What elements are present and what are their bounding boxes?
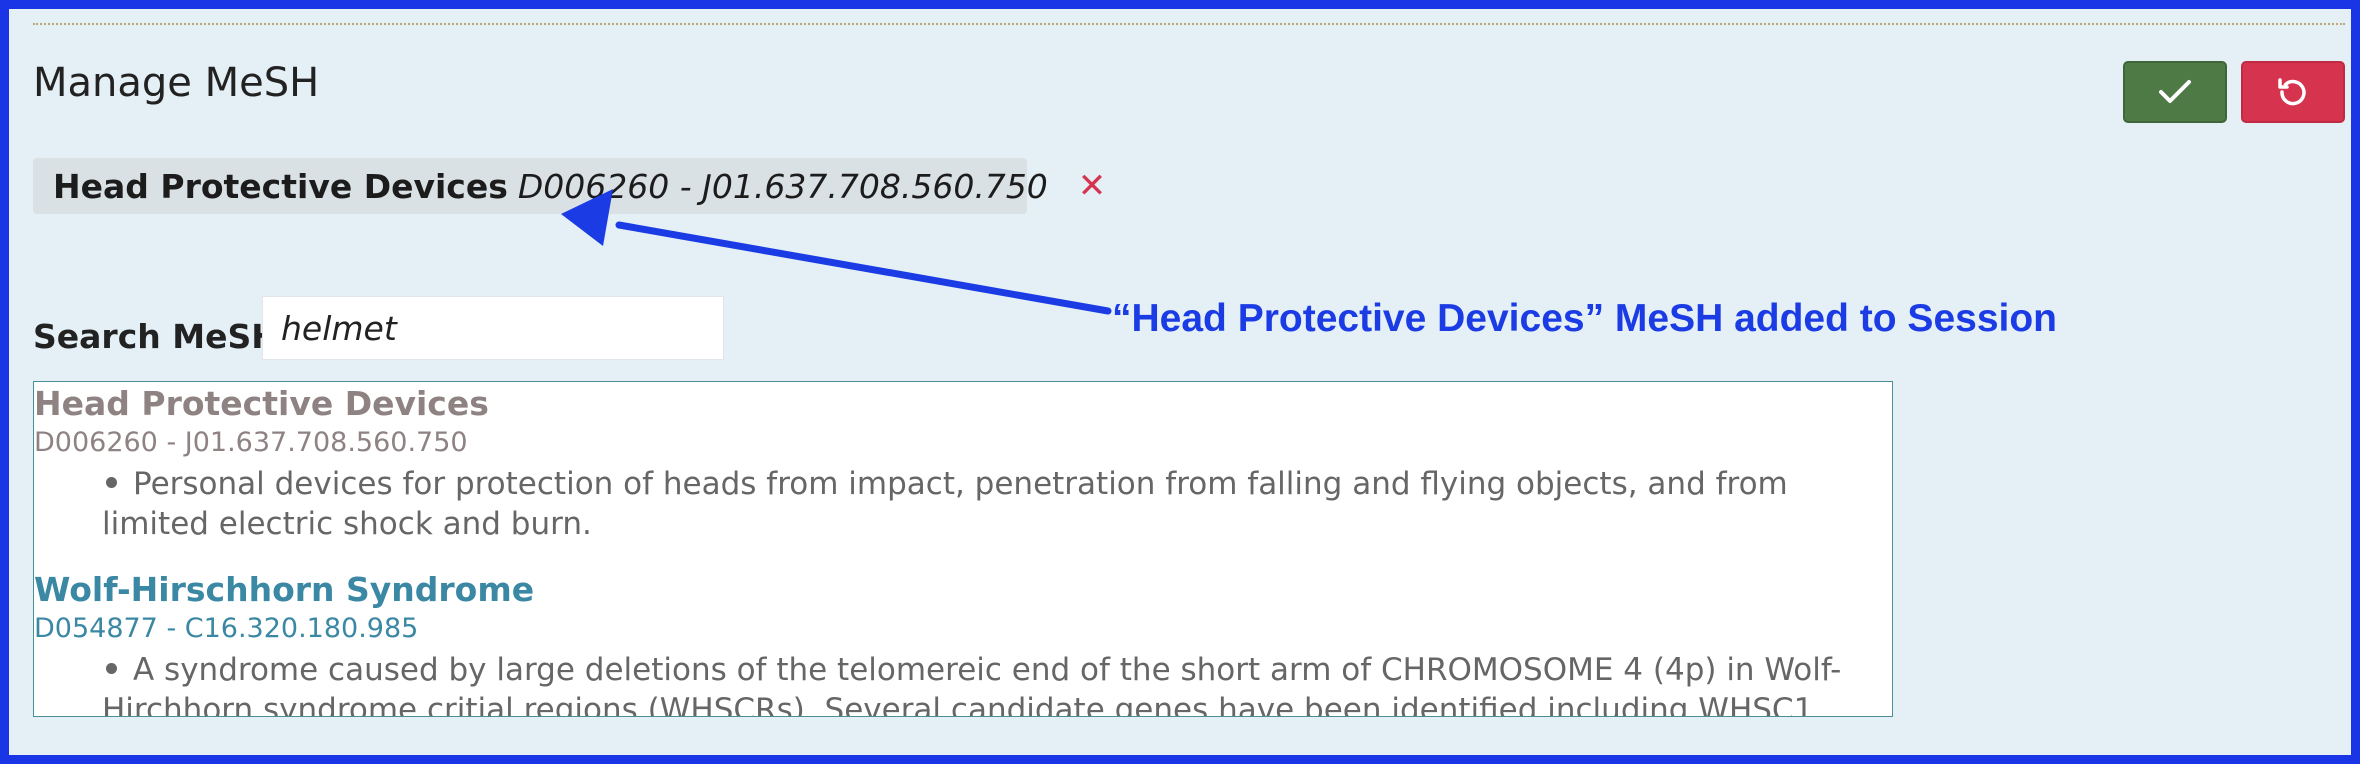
result-description: Personal devices for protection of heads…: [102, 466, 1788, 542]
result-title[interactable]: Wolf-Hirschhorn Syndrome: [34, 570, 1892, 609]
result-code: D054877 - C16.320.180.985: [34, 613, 419, 644]
bullet-icon: [106, 477, 117, 488]
result-code: D006260 - J01.637.708.560.750: [34, 427, 468, 458]
search-label: Search MeSH:: [33, 317, 293, 356]
result-title[interactable]: Head Protective Devices: [34, 384, 1892, 423]
search-input[interactable]: [262, 296, 724, 360]
app-frame: Manage MeSH Head Protective Devices D006…: [9, 9, 2351, 755]
list-item[interactable]: Wolf-Hirschhorn Syndrome D054877 - C16.3…: [34, 570, 1892, 717]
result-description: A syndrome caused by large deletions of …: [102, 652, 1842, 717]
results-list[interactable]: Head Protective Devices D006260 - J01.63…: [33, 381, 1893, 717]
annotation-label: “Head Protective Devices” MeSH added to …: [1112, 297, 2057, 340]
list-item[interactable]: Head Protective Devices D006260 - J01.63…: [34, 384, 1892, 544]
bullet-icon: [106, 663, 117, 674]
